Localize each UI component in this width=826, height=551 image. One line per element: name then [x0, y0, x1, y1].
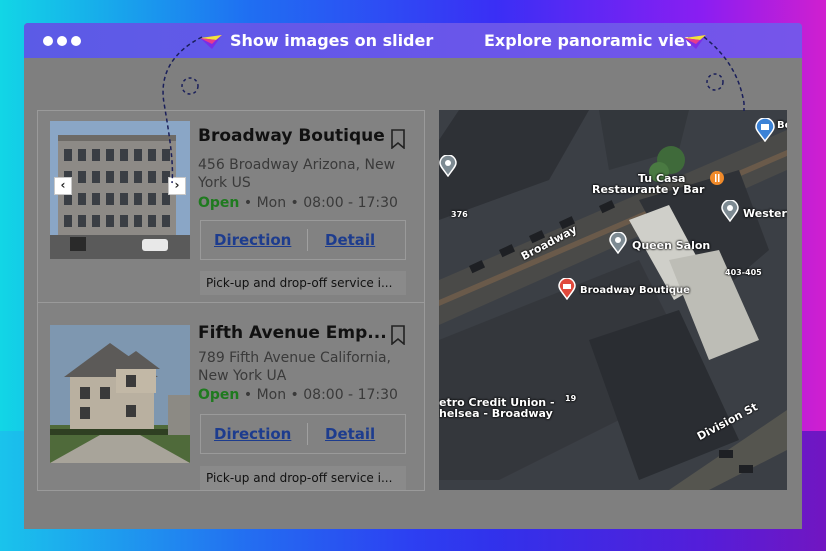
status-open: Open	[198, 195, 240, 211]
map-label: 19	[565, 394, 577, 403]
map-pin-icon[interactable]	[755, 118, 775, 142]
detail-link[interactable]: Detail	[325, 231, 375, 249]
listing-actions: Direction Detail	[200, 220, 406, 260]
cursor-pointer-icon	[684, 35, 706, 49]
listing-time: 08:00 - 17:30	[303, 195, 398, 211]
window-dot[interactable]	[71, 36, 81, 46]
listing-photo[interactable]	[50, 325, 190, 463]
map-pin-icon[interactable]	[439, 155, 457, 177]
listing-card[interactable]: ‹ › Broadway Boutique 456 Broadway Arizo…	[38, 111, 424, 301]
action-divider	[307, 423, 308, 445]
separator-dot: •	[290, 195, 304, 211]
hint-show-images: Show images on slider	[230, 31, 434, 50]
map-satellite-view[interactable]: Bo 376 Tu Casa Restaurante y Bar Western	[439, 110, 787, 490]
detail-link[interactable]: Detail	[325, 425, 375, 443]
chevron-left-icon[interactable]: ‹	[54, 177, 72, 195]
map-imagery	[439, 110, 787, 490]
bookmark-icon[interactable]	[390, 325, 406, 345]
map-label: Broadway Boutique	[580, 285, 690, 296]
listing-actions: Direction Detail	[200, 414, 406, 454]
listing-hours: Open • Mon • 08:00 - 17:30	[198, 195, 398, 211]
app-window: Show images on slider Explore panoramic …	[24, 23, 802, 529]
map-label: 403-405	[725, 268, 762, 277]
hint-panoramic-view: Explore panoramic view	[484, 31, 700, 50]
cursor-pointer-icon	[200, 35, 222, 49]
separator-dot: •	[243, 195, 257, 211]
listing-card[interactable]: Fifth Avenue Emp... 789 Fifth Avenue Cal…	[38, 302, 424, 492]
map-pin-icon[interactable]	[721, 200, 739, 222]
map-label: Western	[743, 207, 787, 220]
map-label: helsea - Broadway	[439, 407, 553, 420]
window-dot[interactable]	[57, 36, 67, 46]
listing-photo[interactable]: ‹ ›	[50, 121, 190, 259]
separator-dot: •	[290, 387, 304, 403]
window-dot[interactable]	[43, 36, 53, 46]
listing-list: ‹ › Broadway Boutique 456 Broadway Arizo…	[37, 110, 425, 491]
map-pin-icon[interactable]	[558, 278, 576, 300]
map-pin-icon[interactable]	[609, 232, 627, 254]
map-label: Queen Salon	[632, 239, 711, 252]
map-label: Restaurante y Bar	[592, 183, 705, 196]
house-photo-image	[50, 325, 190, 463]
bookmark-icon[interactable]	[390, 129, 406, 149]
listing-address: 789 Fifth Avenue California, New York UA	[198, 350, 391, 384]
listing-title[interactable]: Fifth Avenue Emp...	[198, 323, 387, 343]
direction-link[interactable]: Direction	[214, 231, 291, 249]
status-open: Open	[198, 387, 240, 403]
listing-day: Mon	[256, 195, 287, 211]
separator-dot: •	[243, 387, 257, 403]
listing-hours: Open • Mon • 08:00 - 17:30	[198, 387, 398, 403]
action-divider	[307, 229, 308, 251]
direction-link[interactable]: Direction	[214, 425, 291, 443]
map-label: Bo	[777, 120, 787, 131]
map-label: 376	[451, 210, 468, 219]
listing-day: Mon	[256, 387, 287, 403]
listing-title[interactable]: Broadway Boutique	[198, 126, 385, 146]
service-tag: Pick-up and drop-off service i...	[200, 271, 406, 295]
listing-time: 08:00 - 17:30	[303, 387, 398, 403]
restaurant-icon[interactable]	[709, 170, 725, 188]
chevron-right-icon[interactable]: ›	[168, 177, 186, 195]
service-tag: Pick-up and drop-off service i...	[200, 466, 406, 490]
listing-address: 456 Broadway Arizona, New York US	[198, 157, 396, 191]
titlebar: Show images on slider Explore panoramic …	[24, 23, 802, 58]
main-content: ‹ › Broadway Boutique 456 Broadway Arizo…	[24, 58, 802, 529]
